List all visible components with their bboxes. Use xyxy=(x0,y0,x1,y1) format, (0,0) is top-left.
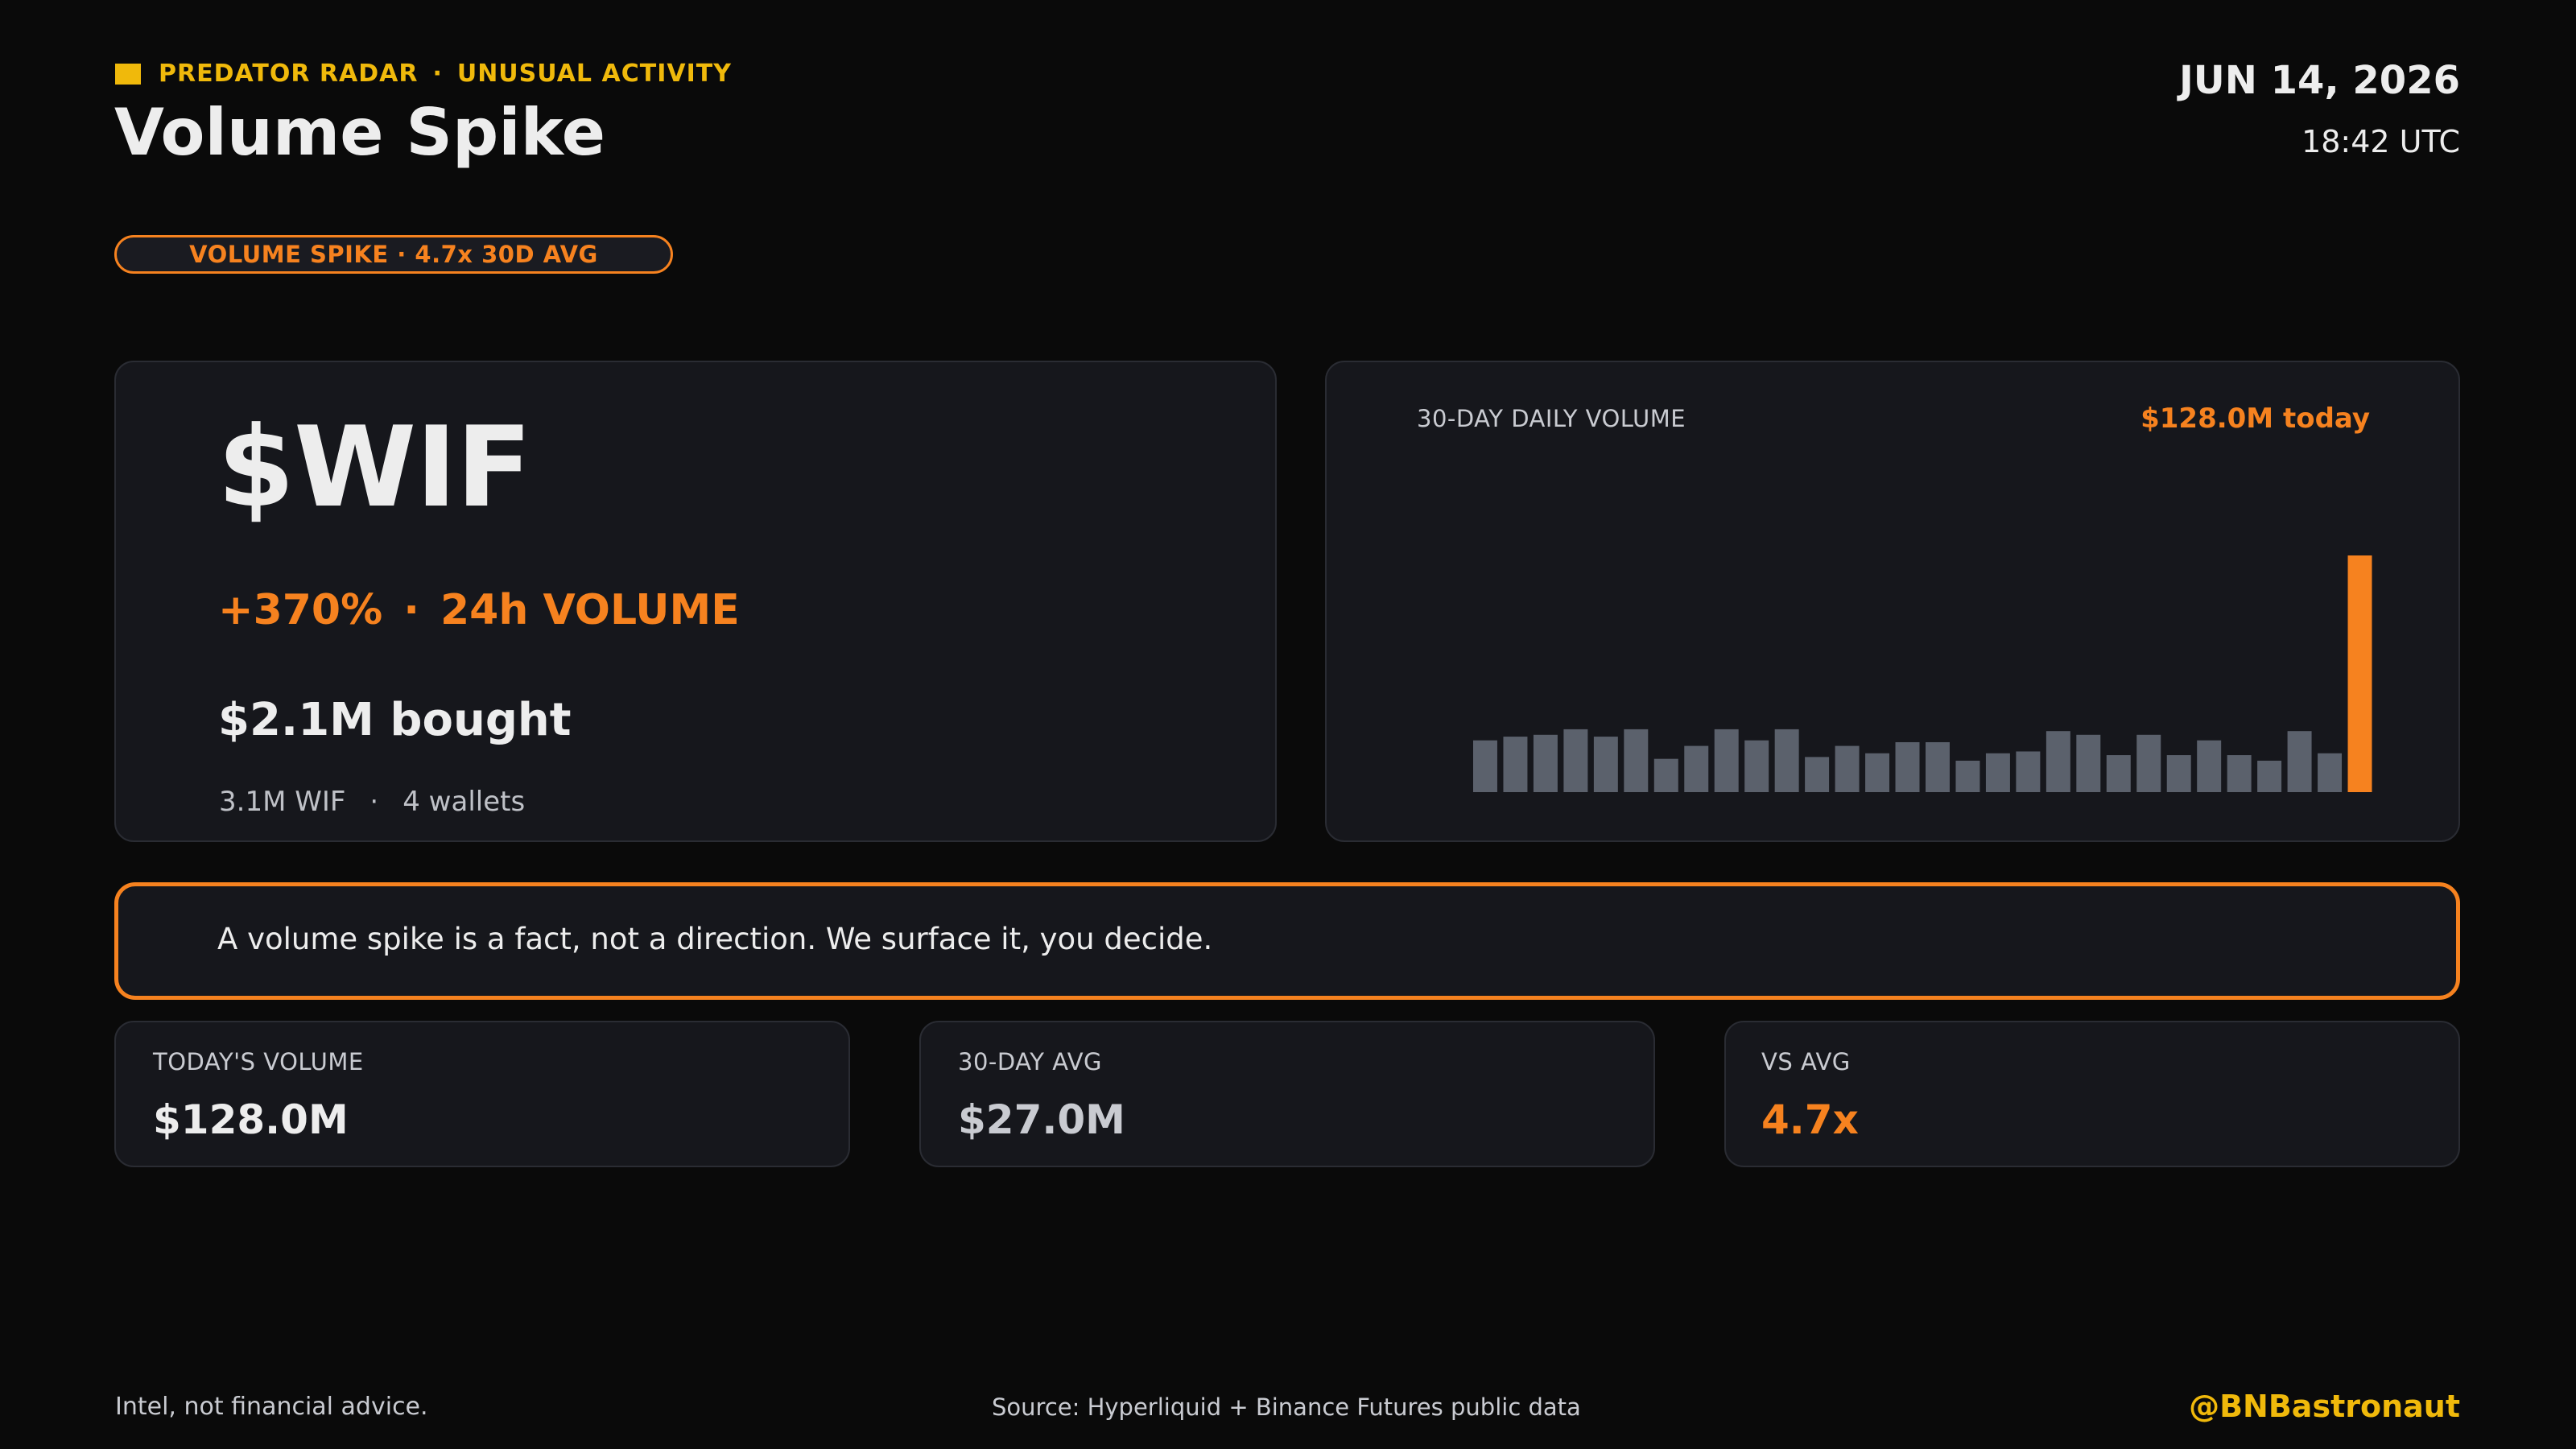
chart-bar xyxy=(2318,753,2343,792)
volume-change-percent: +370% xyxy=(218,586,383,634)
chart-bar xyxy=(1926,741,1950,792)
volume-change-line: +370% · 24h VOLUME xyxy=(218,586,740,634)
chart-bar xyxy=(1805,757,1830,792)
chart-bar xyxy=(2106,755,2131,792)
chart-bar xyxy=(1865,753,1890,792)
chart-bar xyxy=(1774,729,1799,792)
report-date: JUN 14, 2026 xyxy=(2178,58,2460,103)
brand-name: PREDATOR RADAR xyxy=(159,60,419,88)
stat-card-today-volume xyxy=(114,1021,850,1167)
volume-bar-chart xyxy=(1473,555,2372,792)
chart-bar xyxy=(1563,729,1588,792)
brand-category: UNUSUAL ACTIVITY xyxy=(456,60,732,88)
report-time: 18:42 UTC xyxy=(2301,124,2460,159)
brand-square-icon xyxy=(115,63,141,85)
spike-badge: VOLUME SPIKE · 4.7x 30D AVG xyxy=(114,235,673,274)
chart-bar xyxy=(1684,745,1709,792)
brand-row: PREDATOR RADAR · UNUSUAL ACTIVITY xyxy=(115,60,732,88)
stat-label-vs-avg: VS AVG xyxy=(1761,1048,1851,1075)
chart-bar xyxy=(1985,753,2010,792)
chart-title: 30-DAY DAILY VOLUME xyxy=(1417,405,1686,432)
detail-separator: · xyxy=(369,786,379,818)
chart-bar xyxy=(2197,740,2222,792)
chart-bar xyxy=(1714,729,1739,792)
chart-bar xyxy=(2136,734,2161,792)
stat-value-30d-avg: $27.0M xyxy=(958,1096,1125,1143)
stat-card-30d-avg xyxy=(919,1021,1655,1167)
chart-bar xyxy=(1835,745,1860,792)
change-separator: · xyxy=(403,586,419,634)
footer-disclaimer: Intel, not financial advice. xyxy=(115,1393,428,1421)
chart-bar xyxy=(2227,755,2252,792)
disclaimer-text: A volume spike is a fact, not a directio… xyxy=(217,922,1213,956)
stat-label-30d-avg: 30-DAY AVG xyxy=(958,1048,1102,1075)
page-title: Volume Spike xyxy=(114,95,605,170)
token-amount: 3.1M WIF xyxy=(219,786,346,818)
chart-bar xyxy=(1895,741,1920,792)
footer-source: Source: Hyperliquid + Binance Futures pu… xyxy=(992,1393,1581,1421)
stat-card-vs-avg xyxy=(1724,1021,2460,1167)
chart-bar xyxy=(2046,731,2070,792)
stat-label-today-volume: TODAY'S VOLUME xyxy=(153,1048,364,1075)
footer-handle-link[interactable]: @BNBastronaut xyxy=(2189,1389,2460,1424)
chart-bar-today xyxy=(2347,555,2372,792)
bought-amount: $2.1M bought xyxy=(218,694,572,746)
chart-bar xyxy=(2166,755,2191,792)
token-ticker: $WIF xyxy=(217,402,532,532)
chart-bar xyxy=(1473,740,1497,792)
chart-today-annotation: $128.0M today xyxy=(2140,402,2370,435)
chart-bar xyxy=(1624,729,1649,792)
chart-bar xyxy=(2076,734,2101,792)
chart-bar xyxy=(2016,751,2041,792)
chart-bar xyxy=(1744,740,1769,792)
wallet-count: 4 wallets xyxy=(402,786,526,818)
brand-separator: · xyxy=(432,60,443,88)
chart-bar xyxy=(1653,758,1678,792)
stat-value-vs-avg: 4.7x xyxy=(1761,1096,1859,1143)
chart-bar xyxy=(2287,731,2312,792)
volume-change-label: 24h VOLUME xyxy=(440,586,740,634)
chart-bar xyxy=(1503,737,1528,792)
chart-bar xyxy=(2257,760,2282,792)
chart-bar xyxy=(1593,737,1618,792)
token-detail-line: 3.1M WIF · 4 wallets xyxy=(219,786,525,818)
chart-bar xyxy=(1533,734,1558,792)
stat-value-today-volume: $128.0M xyxy=(153,1096,349,1143)
chart-bar xyxy=(1955,760,1980,792)
